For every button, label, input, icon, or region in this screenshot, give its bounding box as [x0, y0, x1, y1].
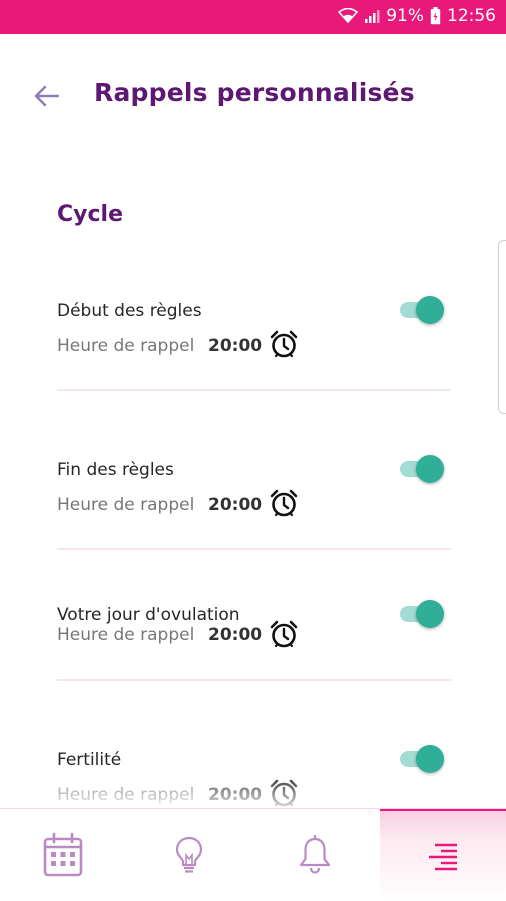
page-title: Rappels personnalisés [94, 78, 415, 107]
back-arrow-icon [34, 85, 60, 107]
reminder-time-label: Heure de rappel [57, 495, 195, 515]
reminder-time[interactable]: 20:00 [208, 625, 262, 645]
clock-time: 12:56 [447, 6, 496, 26]
reminder-toggle[interactable] [400, 745, 446, 773]
reminder-label: Votre jour d'ovulation [57, 605, 240, 625]
app-header: Rappels personnalisés [0, 34, 506, 154]
divider [57, 389, 451, 391]
calendar-icon [43, 832, 83, 877]
divider [57, 548, 451, 550]
section-title: Cycle [57, 202, 123, 227]
status-icons: 91% 12:56 [338, 6, 496, 26]
bottom-nav [0, 808, 506, 901]
nav-menu[interactable] [380, 809, 506, 901]
bell-icon [299, 835, 331, 874]
reminder-time-label: Heure de rappel [57, 785, 195, 805]
nav-tips[interactable] [126, 809, 252, 901]
signal-icon [364, 8, 380, 24]
divider [57, 679, 451, 681]
toggle-knob [416, 296, 444, 324]
status-bar: 91% 12:56 [0, 0, 506, 34]
reminder-label: Début des règles [57, 301, 202, 321]
lightbulb-icon [175, 836, 203, 873]
toggle-knob [416, 600, 444, 628]
menu-icon [429, 843, 457, 871]
scrollbar[interactable] [498, 240, 506, 414]
alarm-clock-icon[interactable] [269, 329, 299, 359]
reminder-time[interactable]: 20:00 [208, 336, 262, 356]
back-button[interactable] [30, 81, 64, 111]
reminder-toggle[interactable] [400, 455, 446, 483]
reminder-toggle[interactable] [400, 600, 446, 628]
wifi-icon [338, 8, 359, 24]
toggle-knob [416, 745, 444, 773]
reminder-toggle[interactable] [400, 296, 446, 324]
battery-icon [430, 7, 441, 25]
reminder-time-label: Heure de rappel [57, 625, 195, 645]
nav-calendar[interactable] [0, 809, 126, 901]
toggle-knob [416, 455, 444, 483]
reminder-time[interactable]: 20:00 [208, 495, 262, 515]
alarm-clock-icon[interactable] [269, 488, 299, 518]
reminder-time-label: Heure de rappel [57, 336, 195, 356]
alarm-clock-icon[interactable] [269, 778, 299, 808]
battery-percent: 91% [386, 6, 424, 26]
reminder-time[interactable]: 20:00 [208, 785, 262, 805]
reminder-label: Fin des règles [57, 460, 174, 480]
nav-reminders[interactable] [252, 809, 378, 901]
alarm-clock-icon[interactable] [269, 619, 299, 649]
reminder-label: Fertilité [57, 750, 122, 770]
